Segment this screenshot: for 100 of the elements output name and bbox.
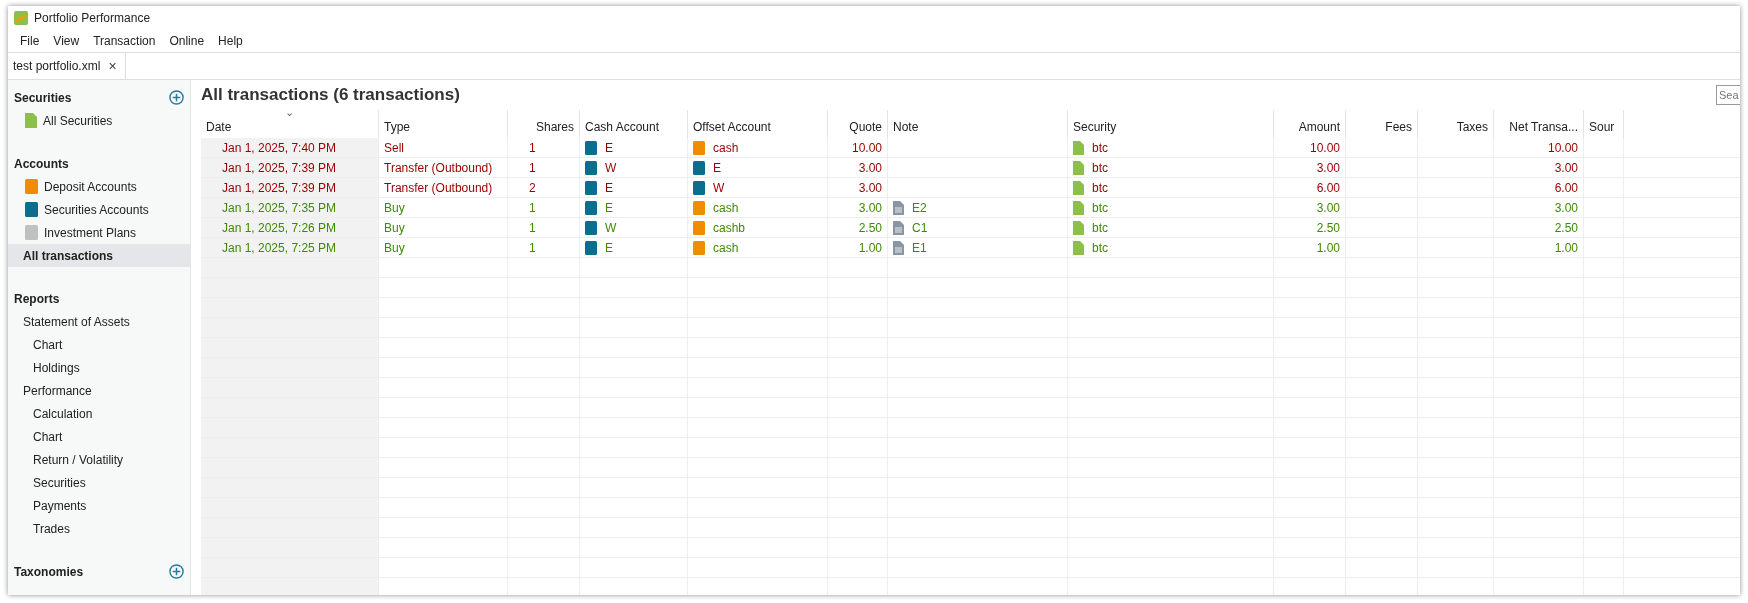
column-header[interactable]: Sour	[1584, 110, 1624, 138]
account-name: cash	[713, 140, 739, 155]
note-icon	[893, 200, 904, 215]
sidebar-item[interactable]: Performance	[8, 379, 190, 402]
table-cell: Buy	[379, 218, 508, 237]
sidebar-item[interactable]: Chart	[8, 425, 190, 448]
account-name: E	[605, 180, 613, 195]
column-header[interactable]: Offset Account	[688, 110, 828, 138]
book-icon	[585, 160, 597, 175]
column-header[interactable]: Quote	[828, 110, 888, 138]
table-cell: Jan 1, 2025, 7:26 PM	[201, 218, 379, 237]
menu-item[interactable]: View	[47, 34, 86, 48]
sidebar-item[interactable]: Securities	[8, 471, 190, 494]
sidebar-item[interactable]: All transactions	[8, 244, 190, 267]
account-name: W	[605, 160, 617, 175]
table-cell: 1.00	[1494, 238, 1584, 257]
sidebar-item[interactable]: Chart	[8, 333, 190, 356]
close-icon[interactable]: ×	[108, 58, 117, 74]
account-name: E	[605, 140, 613, 155]
security-name: btc	[1092, 200, 1108, 215]
table-cell: Transfer (Outbound)	[379, 178, 508, 197]
table-cell: 3.00	[828, 198, 888, 217]
book-icon	[693, 180, 705, 195]
book-icon	[693, 200, 705, 215]
account-name: cash	[713, 200, 739, 215]
sidebar-item[interactable]: Payments	[8, 494, 190, 517]
book-icon	[25, 179, 38, 194]
menu-item[interactable]: Transaction	[87, 34, 162, 48]
account-name: E	[605, 200, 613, 215]
column-header[interactable]: Net Transa...	[1494, 110, 1584, 138]
add-icon[interactable]	[169, 564, 184, 579]
table-cell: 2.50	[1494, 218, 1584, 237]
table-cell: 1.00	[1274, 238, 1346, 257]
sidebar-item[interactable]: Deposit Accounts	[8, 175, 190, 198]
book-icon	[25, 225, 38, 240]
table-cell: 6.00	[1494, 178, 1584, 197]
security-name: btc	[1092, 160, 1108, 175]
column-header[interactable]: Fees	[1346, 110, 1418, 138]
table-cell: 1	[508, 218, 580, 237]
table-cell: Jan 1, 2025, 7:40 PM	[201, 138, 379, 157]
table-cell: Jan 1, 2025, 7:39 PM	[201, 158, 379, 177]
table-cell: 3.00	[1274, 198, 1346, 217]
section-title: Securities	[14, 90, 72, 105]
sidebar-item[interactable]: Trades	[8, 517, 190, 540]
note-icon	[893, 220, 904, 235]
book-icon	[585, 180, 597, 195]
table-cell: 3.00	[1494, 198, 1584, 217]
table-cell: 1	[508, 158, 580, 177]
note-text: E1	[912, 240, 927, 255]
table-cell: 2.50	[1274, 218, 1346, 237]
table-cell: Jan 1, 2025, 7:35 PM	[201, 198, 379, 217]
sidebar-item[interactable]: Statement of Assets	[8, 310, 190, 333]
sidebar-item[interactable]: Holdings	[8, 356, 190, 379]
section-title: Taxonomies	[14, 564, 84, 579]
tab-label: test portfolio.xml	[13, 59, 101, 73]
book-icon	[585, 140, 597, 155]
table-cell: Jan 1, 2025, 7:39 PM	[201, 178, 379, 197]
column-header[interactable]: Taxes	[1418, 110, 1494, 138]
account-name: cash	[713, 240, 739, 255]
search-field[interactable]: Sea	[1716, 85, 1740, 105]
add-icon[interactable]	[169, 90, 184, 105]
table-cell: 3.00	[828, 178, 888, 197]
table-cell: Buy	[379, 198, 508, 217]
book-icon	[585, 240, 597, 255]
sidebar-item[interactable]: Investment Plans	[8, 221, 190, 244]
column-header[interactable]: Cash Account	[580, 110, 688, 138]
book-icon	[25, 202, 38, 217]
menu-item[interactable]: Help	[212, 34, 249, 48]
editor-tab[interactable]: test portfolio.xml ×	[8, 53, 126, 79]
account-name: W	[713, 180, 725, 195]
column-header[interactable]: Security	[1068, 110, 1274, 138]
sidebar-item[interactable]: Calculation	[8, 402, 190, 425]
account-name: W	[605, 220, 617, 235]
book-icon	[693, 140, 705, 155]
document-icon	[1073, 220, 1084, 235]
app-logo-icon	[14, 11, 28, 25]
sidebar-item[interactable]: All Securities	[8, 109, 190, 132]
security-name: btc	[1092, 180, 1108, 195]
table-cell: 1	[508, 198, 580, 217]
page-title: All transactions (6 transactions)	[201, 85, 460, 105]
column-header[interactable]: Type	[379, 110, 508, 138]
column-header[interactable]: Note	[888, 110, 1068, 138]
table-cell: 10.00	[1274, 138, 1346, 157]
table-cell: 1	[508, 138, 580, 157]
column-header[interactable]: Amount	[1274, 110, 1346, 138]
table-cell: 1.00	[828, 238, 888, 257]
book-icon	[693, 240, 705, 255]
table-cell: Transfer (Outbound)	[379, 158, 508, 177]
document-icon	[1073, 200, 1084, 215]
sidebar-item[interactable]: Return / Volatility	[8, 448, 190, 471]
column-header[interactable]: Shares	[508, 110, 580, 138]
security-name: btc	[1092, 140, 1108, 155]
document-icon	[1073, 140, 1084, 155]
menu-item[interactable]: Online	[163, 34, 211, 48]
book-icon	[585, 220, 597, 235]
table-cell: 10.00	[1494, 138, 1584, 157]
security-name: btc	[1092, 220, 1108, 235]
menu-item[interactable]: File	[14, 34, 46, 48]
window-title: Portfolio Performance	[34, 11, 151, 25]
sidebar-item[interactable]: Securities Accounts	[8, 198, 190, 221]
